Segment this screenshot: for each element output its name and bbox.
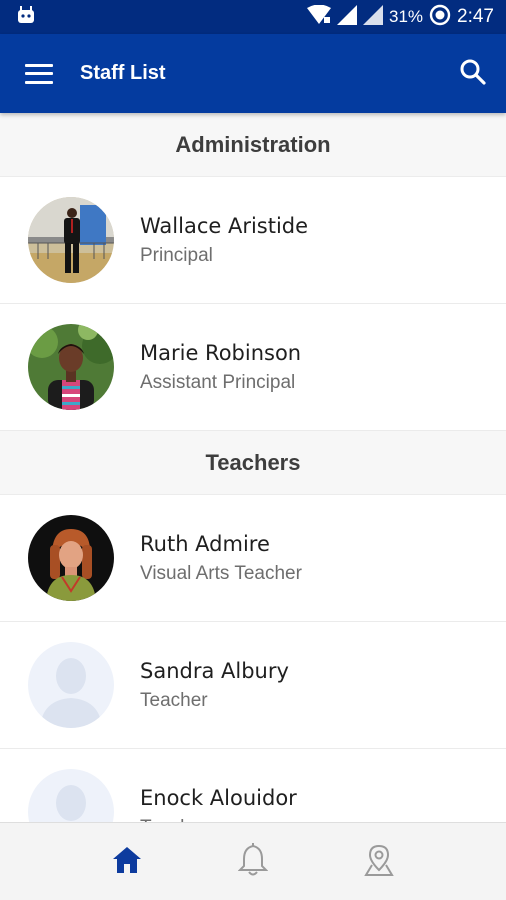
- avatar: [28, 515, 114, 601]
- menu-button[interactable]: [0, 34, 80, 113]
- nav-notifications[interactable]: [190, 823, 316, 900]
- staff-name: Wallace Aristide: [140, 213, 309, 238]
- section-header-teachers: Teachers: [0, 431, 506, 495]
- cell-signal-icon-2: [362, 5, 383, 29]
- avatar: [28, 324, 114, 410]
- status-bar: 31% 2:47: [0, 0, 506, 34]
- nav-home[interactable]: [64, 823, 190, 900]
- staff-role: Visual Arts Teacher: [140, 562, 302, 584]
- avatar: [28, 197, 114, 283]
- android-notification-icon: [16, 5, 36, 29]
- home-icon: [111, 845, 143, 879]
- hamburger-menu-icon: [25, 63, 53, 84]
- staff-role: Assistant Principal: [140, 371, 296, 393]
- app-bar: Staff List: [0, 34, 506, 113]
- battery-saver-icon: [429, 4, 451, 30]
- staff-name: Ruth Admire: [140, 531, 270, 556]
- staff-list[interactable]: Administration Wallace Aristide Principa…: [0, 113, 506, 822]
- section-title: Teachers: [205, 449, 301, 475]
- placeholder-avatar: [28, 769, 114, 822]
- staff-row[interactable]: Marie Robinson Assistant Principal: [0, 304, 506, 431]
- search-button[interactable]: [440, 34, 506, 113]
- search-icon: [459, 58, 487, 90]
- staff-row[interactable]: Sandra Albury Teacher: [0, 622, 506, 749]
- staff-row[interactable]: Ruth Admire Visual Arts Teacher: [0, 495, 506, 622]
- section-header-administration: Administration: [0, 113, 506, 177]
- page-title: Staff List: [80, 62, 166, 84]
- staff-name: Sandra Albury: [140, 658, 289, 683]
- map-pin-icon: [363, 843, 395, 881]
- nav-map[interactable]: [316, 823, 442, 900]
- staff-row[interactable]: Enock Alouidor Teacher: [0, 749, 506, 822]
- bell-icon: [237, 842, 269, 881]
- staff-row[interactable]: Wallace Aristide Principal: [0, 177, 506, 304]
- battery-percent: 31%: [388, 7, 424, 26]
- staff-name: Enock Alouidor: [140, 785, 297, 810]
- wifi-icon: [306, 4, 331, 29]
- clock: 2:47: [457, 6, 494, 27]
- bottom-navigation: [0, 822, 506, 900]
- staff-role: Principal: [140, 244, 213, 266]
- placeholder-avatar: [28, 642, 114, 728]
- section-title: Administration: [175, 131, 331, 157]
- cell-signal-icon: [336, 5, 357, 29]
- staff-role: Teacher: [140, 689, 208, 711]
- staff-name: Marie Robinson: [140, 340, 302, 365]
